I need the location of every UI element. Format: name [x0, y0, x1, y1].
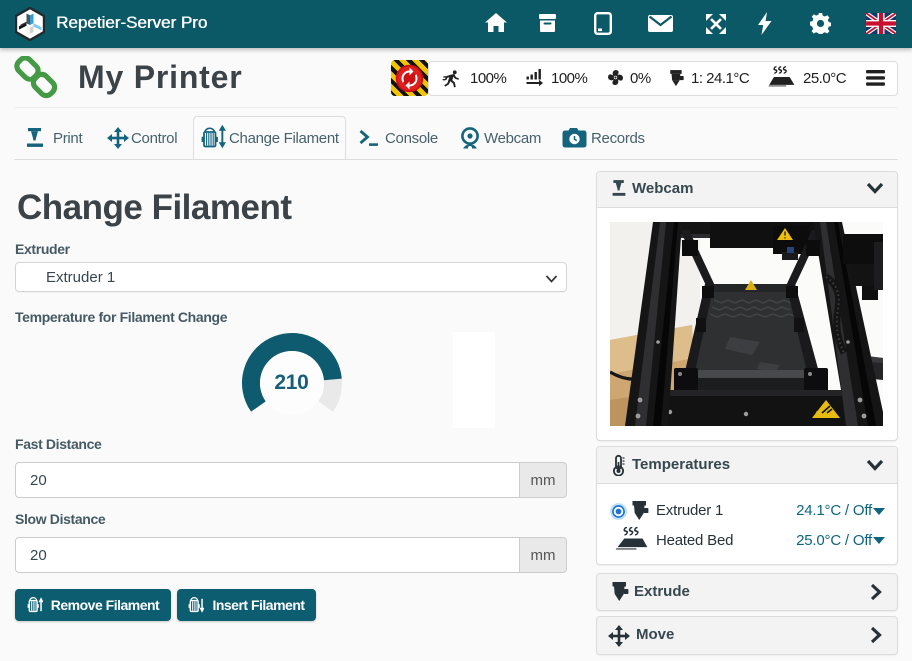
svg-text:210: 210: [274, 371, 308, 394]
